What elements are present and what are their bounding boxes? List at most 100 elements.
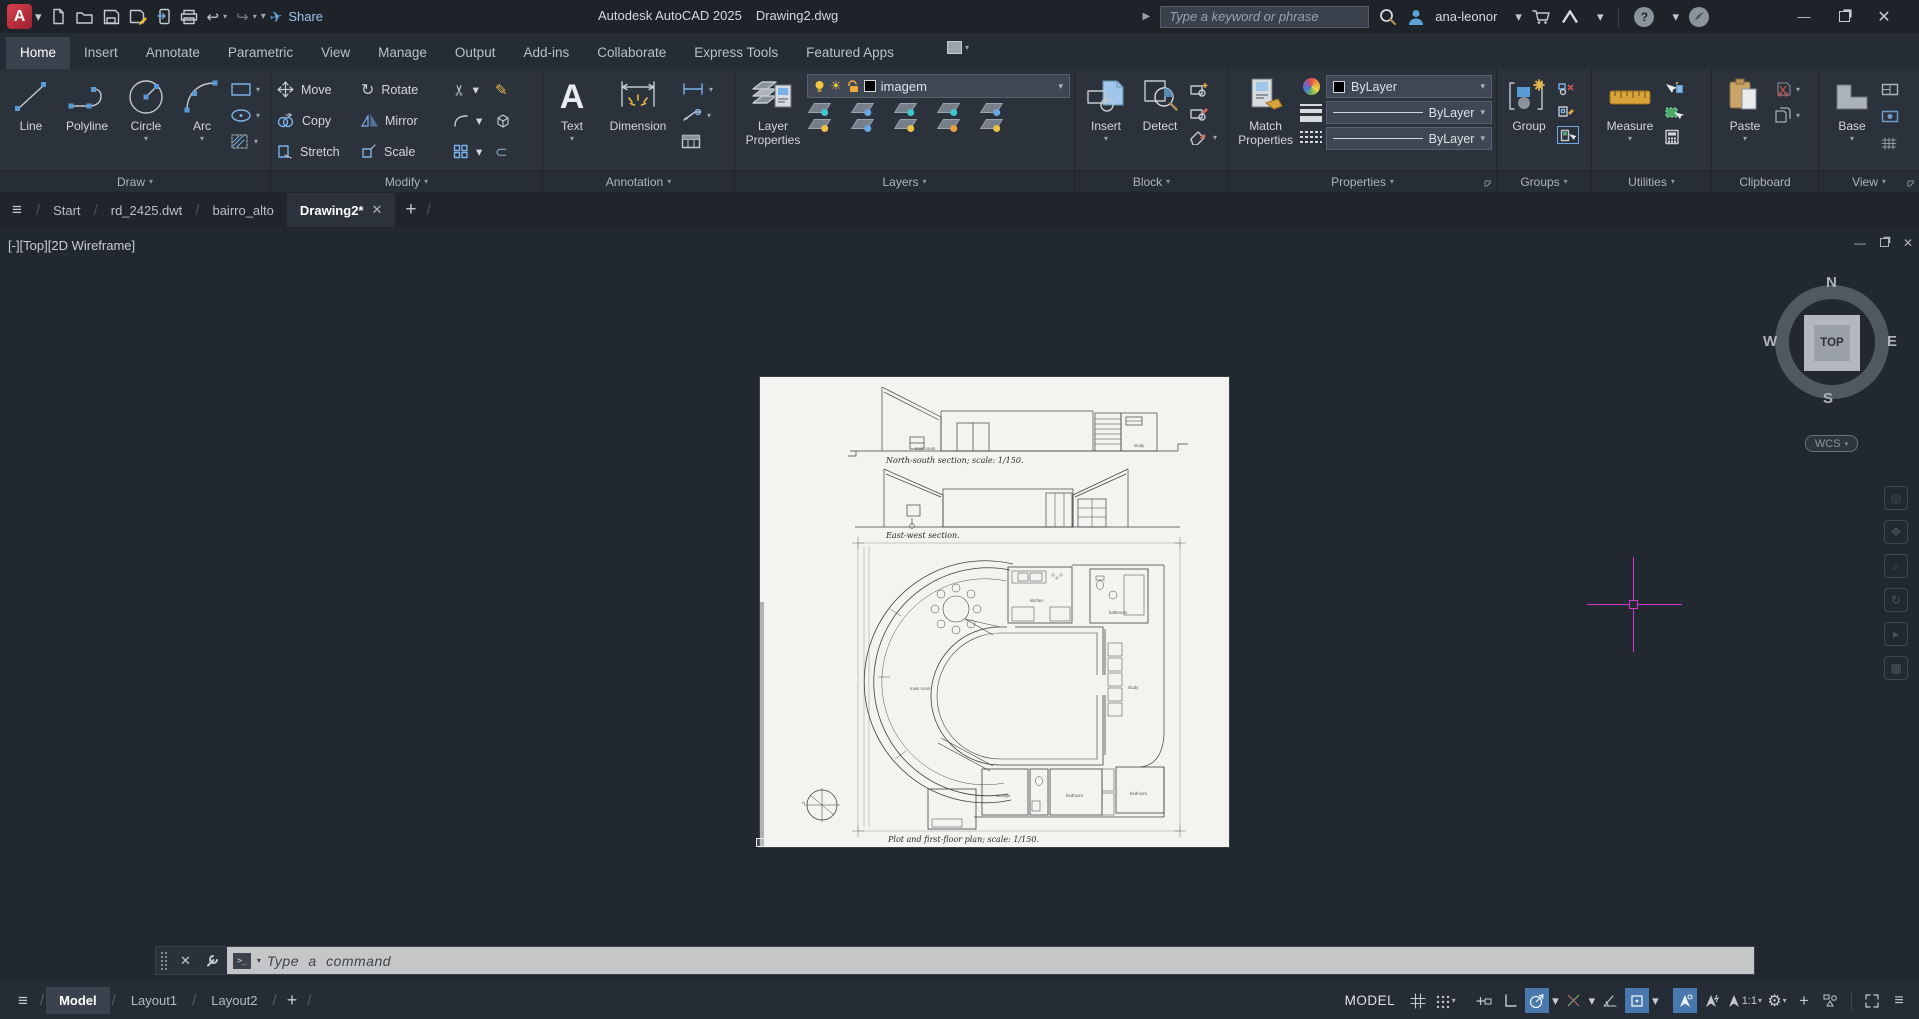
- view-grid-tool[interactable]: [1881, 134, 1899, 152]
- measure-caret[interactable]: ▾: [1628, 134, 1632, 143]
- base-caret[interactable]: ▾: [1850, 134, 1854, 143]
- open-from-mobile-icon[interactable]: [157, 8, 171, 25]
- tab-add-ins[interactable]: Add-ins: [509, 37, 583, 69]
- search-expand-arrow[interactable]: ▶: [1143, 11, 1151, 22]
- navigation-bar[interactable]: ◎ ✥ ⌕ ↻ ▸ ▦: [1884, 486, 1912, 680]
- layer-unlock-all-icon[interactable]: [937, 119, 960, 129]
- array-caret[interactable]: ▾: [476, 144, 482, 159]
- tab-annotate[interactable]: Annotate: [132, 37, 214, 69]
- autodesk-menu-caret[interactable]: ▾: [1597, 9, 1604, 25]
- cut-tool[interactable]: ▾: [1774, 80, 1800, 98]
- panel-label-view[interactable]: View▾: [1819, 170, 1919, 192]
- layer-make-current-icon[interactable]: [980, 103, 1003, 113]
- paste-caret[interactable]: ▾: [1743, 134, 1747, 143]
- polar-caret[interactable]: ▾: [1552, 993, 1559, 1009]
- text-button[interactable]: A Text ▾: [549, 72, 595, 170]
- viewport-minimize-icon[interactable]: —: [1854, 236, 1866, 250]
- group-button[interactable]: Group: [1503, 72, 1555, 170]
- layer-match-icon[interactable]: [980, 119, 1003, 129]
- layer-on-icon[interactable]: [808, 119, 831, 129]
- layer-off-icon[interactable]: [808, 103, 831, 113]
- create-block-tool[interactable]: [1189, 80, 1217, 98]
- new-file-icon[interactable]: [50, 8, 67, 25]
- file-tab-start[interactable]: Start: [40, 194, 93, 227]
- file-tab-rd2425[interactable]: rd_2425.dwt: [98, 194, 196, 227]
- insert-caret[interactable]: ▾: [1104, 134, 1108, 143]
- layer-freeze-icon[interactable]: [894, 103, 917, 113]
- zoom-icon[interactable]: ⌕: [1884, 554, 1908, 578]
- showmotion-icon[interactable]: ▸: [1884, 622, 1908, 646]
- viewport-config-tool[interactable]: [1881, 80, 1899, 98]
- line-button[interactable]: Line: [6, 72, 56, 170]
- file-tab-drawing2[interactable]: Drawing2* ✕: [287, 193, 395, 227]
- color-wheel-icon[interactable]: [1303, 78, 1320, 95]
- viewcube-west[interactable]: W: [1763, 333, 1777, 350]
- panel-label-clipboard[interactable]: Clipboard: [1712, 170, 1818, 192]
- file-tabs-menu-icon[interactable]: ≡: [0, 200, 36, 220]
- panel-label-utilities[interactable]: Utilities▾: [1592, 170, 1711, 192]
- group-selection-toggle[interactable]: [1557, 126, 1579, 144]
- plot-icon[interactable]: [180, 9, 198, 25]
- redo-icon[interactable]: ↪: [236, 8, 249, 26]
- tab-view[interactable]: View: [307, 37, 364, 69]
- layer-color-swatch[interactable]: [864, 80, 876, 92]
- annotation-monitor-toggle[interactable]: +: [1792, 988, 1816, 1013]
- stretch-button[interactable]: Stretch: [277, 144, 361, 159]
- tab-manage[interactable]: Manage: [364, 37, 441, 69]
- image-corner-grip[interactable]: [756, 838, 765, 847]
- isolate-objects-toggle[interactable]: [1819, 988, 1843, 1013]
- rotate-button[interactable]: ↻Rotate: [361, 80, 453, 100]
- lineweight-dropdown[interactable]: ByLayer▾: [1326, 101, 1492, 124]
- text-caret[interactable]: ▾: [570, 134, 574, 143]
- copy-button[interactable]: Copy: [277, 113, 361, 128]
- arc-caret[interactable]: ▾: [200, 134, 204, 143]
- lineweight-icon[interactable]: [1300, 104, 1322, 122]
- object-snap-caret[interactable]: ▾: [1652, 993, 1659, 1009]
- workspace-caret[interactable]: ▾: [1783, 996, 1787, 1005]
- linetype-icon[interactable]: [1300, 131, 1322, 143]
- insert-button[interactable]: Insert ▾: [1081, 72, 1131, 170]
- model-space-toggle[interactable]: MODEL: [1345, 993, 1396, 1008]
- fillet-button[interactable]: ▾: [453, 113, 495, 128]
- command-line-palette[interactable]: ✕ >_ ▾ Type a command: [155, 946, 1755, 975]
- properties-dialog-launcher[interactable]: [1484, 180, 1492, 188]
- array-button[interactable]: ▾: [453, 144, 495, 159]
- viewcube-top-face[interactable]: TOP: [1804, 315, 1860, 371]
- isodraft-toggle[interactable]: [1562, 988, 1586, 1013]
- minimize-button[interactable]: —: [1789, 5, 1819, 29]
- copy-clip-tool[interactable]: ▾: [1774, 106, 1800, 124]
- cart-icon[interactable]: [1532, 9, 1551, 25]
- view-dialog-launcher[interactable]: [1907, 180, 1915, 188]
- mirror-button[interactable]: Mirror: [361, 113, 453, 128]
- close-button[interactable]: ✕: [1869, 5, 1899, 29]
- explode-button[interactable]: [495, 113, 527, 128]
- ungroup-tool[interactable]: [1557, 80, 1579, 98]
- ellipse-tool[interactable]: ▾: [230, 106, 260, 124]
- named-views-tool[interactable]: [1881, 107, 1899, 125]
- annotation-scale-caret[interactable]: ▾: [1758, 996, 1762, 1005]
- measure-button[interactable]: Measure ▾: [1598, 72, 1662, 170]
- select-similar-tool[interactable]: [1664, 104, 1684, 122]
- circle-caret[interactable]: ▾: [144, 134, 148, 143]
- linetype-dropdown[interactable]: ByLayer▾: [1326, 127, 1492, 150]
- layer-thaw-icon[interactable]: [894, 119, 917, 129]
- nav-more-icon[interactable]: ▦: [1884, 656, 1908, 680]
- viewcube-south[interactable]: S: [1823, 390, 1833, 407]
- autoscale-toggle[interactable]: [1700, 988, 1724, 1013]
- qat-customize-icon[interactable]: ▾: [261, 11, 266, 22]
- recent-commands-caret[interactable]: ▾: [257, 956, 261, 965]
- viewcube-north[interactable]: N: [1826, 274, 1837, 291]
- trim-button[interactable]: ✂▾: [453, 81, 495, 99]
- viewport-close-icon[interactable]: ✕: [1903, 236, 1913, 250]
- share-button[interactable]: ✈ Share: [270, 8, 323, 26]
- tab-parametric[interactable]: Parametric: [214, 37, 307, 69]
- pan-icon[interactable]: ✥: [1884, 520, 1908, 544]
- leader-tool[interactable]: ▾: [681, 106, 713, 124]
- command-drag-handle[interactable]: [160, 951, 168, 971]
- layer-sun-icon[interactable]: ☀: [830, 78, 842, 94]
- help-menu-caret[interactable]: ▾: [1672, 9, 1679, 25]
- annotation-visibility-toggle[interactable]: [1673, 988, 1697, 1013]
- polar-tracking-toggle[interactable]: [1525, 988, 1549, 1013]
- new-layout-button[interactable]: +: [279, 990, 306, 1011]
- panel-label-layers[interactable]: Layers▾: [735, 170, 1074, 192]
